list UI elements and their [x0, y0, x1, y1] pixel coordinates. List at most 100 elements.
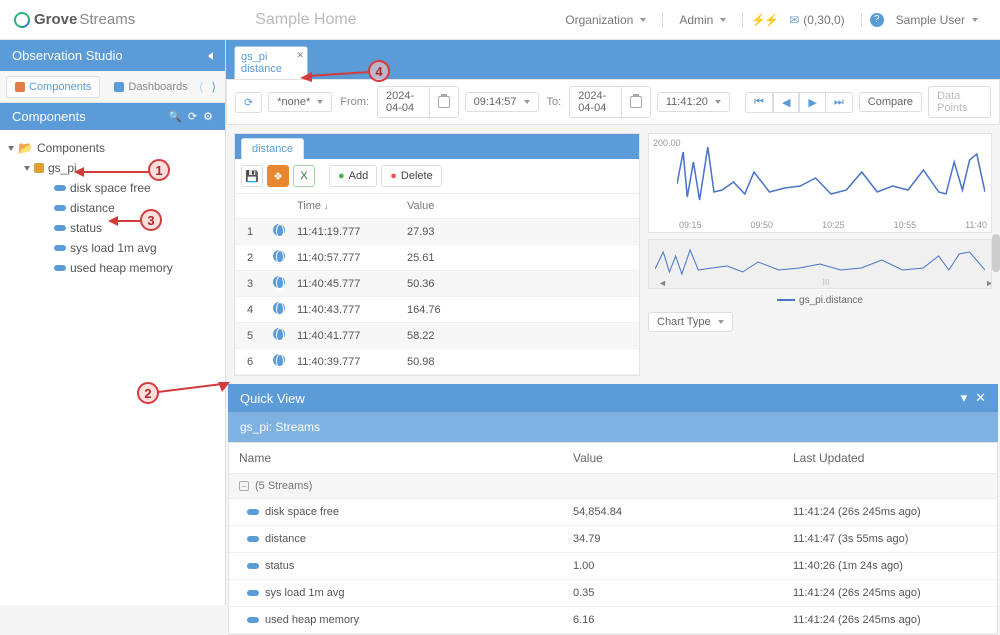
chevron-right-icon[interactable]: ►	[985, 278, 992, 288]
from-label: From:	[338, 96, 371, 108]
nav-prev[interactable]: ◀	[773, 92, 799, 113]
refresh-icon[interactable]: ⟳	[188, 110, 197, 123]
grid-tab-distance[interactable]: distance	[241, 138, 304, 159]
rss-button[interactable]: ❖	[267, 165, 289, 187]
table-row: 211:40:57.77725.61	[235, 245, 639, 271]
folder-icon: 📂	[18, 141, 33, 155]
list-item: sys load 1m avg0.3511:41:24 (26s 245ms a…	[229, 580, 997, 607]
qv-col-name[interactable]: Name	[229, 443, 563, 473]
grid-header: Time↓ Value	[235, 194, 639, 219]
tree-root[interactable]: 📂Components	[6, 138, 219, 158]
calendar-icon	[438, 96, 450, 108]
page-title: Sample Home	[255, 11, 356, 29]
stream-icon	[54, 265, 66, 271]
qv-col-value[interactable]: Value	[563, 443, 783, 473]
stream-icon	[247, 563, 259, 569]
stream-icon	[247, 590, 259, 596]
qv-group-header[interactable]: –(5 Streams)	[229, 474, 997, 499]
plus-icon: ●	[338, 170, 345, 182]
chevron-down-icon[interactable]: ▾	[961, 390, 968, 406]
globe-icon	[273, 276, 285, 288]
scrollbar[interactable]	[992, 234, 1000, 272]
to-time[interactable]: 11:41:20	[657, 92, 730, 112]
tab-dashboards[interactable]: Dashboards	[106, 77, 195, 97]
overview-chart[interactable]: ◄III►	[648, 239, 992, 289]
qv-col-last[interactable]: Last Updated	[783, 443, 997, 473]
from-date-picker[interactable]	[430, 86, 459, 118]
close-icon[interactable]: ✕	[296, 50, 304, 61]
list-item: distance34.7911:41:47 (3s 55ms ago)	[229, 526, 997, 553]
save-button[interactable]: 💾	[241, 165, 263, 187]
studio-header[interactable]: Observation Studio	[0, 40, 225, 71]
bolt-icon[interactable]: ⚡⚡	[751, 13, 777, 27]
chevron-left-icon[interactable]: ◄	[658, 278, 667, 288]
globe-icon	[273, 302, 285, 314]
delete-button[interactable]: ●Delete	[381, 165, 441, 187]
col-time[interactable]: Time↓	[289, 194, 399, 218]
preset-none[interactable]: *none*	[268, 92, 332, 112]
date-toolbar: ⟳ *none* From: 2024-04-04 09:14:57 To: 2…	[226, 79, 1000, 125]
arrow-icon	[74, 166, 150, 180]
dashboards-icon	[114, 82, 124, 92]
components-panel-header: Components 🔍 ⟳ ⚙	[0, 103, 225, 130]
globe-icon	[273, 224, 285, 236]
tabs-right-icon[interactable]: ⟩	[208, 78, 219, 96]
panel-title: Components	[12, 109, 86, 124]
tabs-left-icon[interactable]: ⟨	[196, 78, 207, 96]
close-icon[interactable]: ✕	[975, 390, 986, 406]
minus-icon: ●	[390, 170, 397, 182]
chart-legend: gs_pi.distance	[648, 295, 992, 306]
list-item: status1.0011:40:26 (1m 24s ago)	[229, 553, 997, 580]
work-tab-distance[interactable]: ✕ gs_pidistance	[234, 46, 308, 79]
tree-stream-used-heap[interactable]: used heap memory	[52, 258, 219, 278]
menu-user[interactable]: Sample User	[888, 9, 986, 31]
table-row: 311:40:45.77750.36	[235, 271, 639, 297]
collapse-icon[interactable]: –	[239, 481, 249, 491]
chart-type-button[interactable]: Chart Type	[648, 312, 733, 332]
tree-stream-disk-space-free[interactable]: disk space free	[52, 178, 219, 198]
search-icon[interactable]: 🔍	[168, 110, 182, 123]
stream-icon	[54, 245, 66, 251]
compare-button[interactable]: Compare	[859, 92, 922, 112]
data-grid-panel: distance 💾 ❖ X ●Add ●Delete Time↓ Value …	[234, 133, 640, 376]
gear-icon[interactable]: ⚙	[203, 110, 213, 123]
chart-panel: 200.00 09:1509:5010:2510:5511:40 ◄III► g…	[648, 133, 992, 376]
grid-body[interactable]: 111:41:19.77727.93 211:40:57.77725.61 31…	[235, 219, 639, 375]
stream-icon	[54, 225, 66, 231]
grid-toolbar: 💾 ❖ X ●Add ●Delete	[235, 159, 639, 194]
nav-first[interactable]: ⏮	[745, 92, 773, 113]
list-item: disk space free54,854.8411:41:24 (26s 24…	[229, 499, 997, 526]
table-row: 411:40:43.777164.76	[235, 297, 639, 323]
excel-button[interactable]: X	[293, 165, 315, 187]
to-date[interactable]: 2024-04-04	[569, 86, 622, 118]
to-label: To:	[545, 96, 564, 108]
logo-icon	[11, 8, 34, 31]
globe-icon	[273, 328, 285, 340]
nav-last[interactable]: ⏭	[826, 92, 853, 113]
arrow-icon	[300, 66, 370, 82]
table-row: 611:40:39.77750.98	[235, 349, 639, 375]
logo: GroveStreams	[14, 11, 135, 28]
refresh-button[interactable]: ⟳	[235, 92, 262, 113]
menu-mail[interactable]: ✉(0,30,0)	[781, 9, 852, 31]
to-date-picker[interactable]	[622, 86, 651, 118]
device-icon	[34, 163, 44, 173]
tree-stream-sys-load[interactable]: sys load 1m avg	[52, 238, 219, 258]
studio-title: Observation Studio	[12, 48, 123, 63]
from-time[interactable]: 09:14:57	[465, 92, 539, 112]
calendar-icon	[630, 96, 642, 108]
menu-admin[interactable]: Admin	[671, 9, 734, 31]
menu-organization[interactable]: Organization	[557, 9, 654, 31]
main-chart[interactable]: 200.00 09:1509:5010:2510:5511:40	[648, 133, 992, 233]
from-date[interactable]: 2024-04-04	[377, 86, 430, 118]
tab-components[interactable]: Components	[6, 76, 100, 98]
collapse-icon[interactable]	[208, 52, 213, 60]
datapoints-button[interactable]: Data Points	[928, 86, 991, 118]
quick-view-subtitle: gs_pi: Streams	[228, 412, 998, 442]
list-item: used heap memory6.1611:41:24 (26s 245ms …	[229, 607, 997, 634]
help-icon[interactable]: ?	[870, 13, 884, 27]
col-value[interactable]: Value	[399, 194, 639, 218]
add-button[interactable]: ●Add	[329, 165, 377, 187]
brand-2: Streams	[79, 11, 135, 28]
nav-next[interactable]: ▶	[799, 92, 825, 113]
